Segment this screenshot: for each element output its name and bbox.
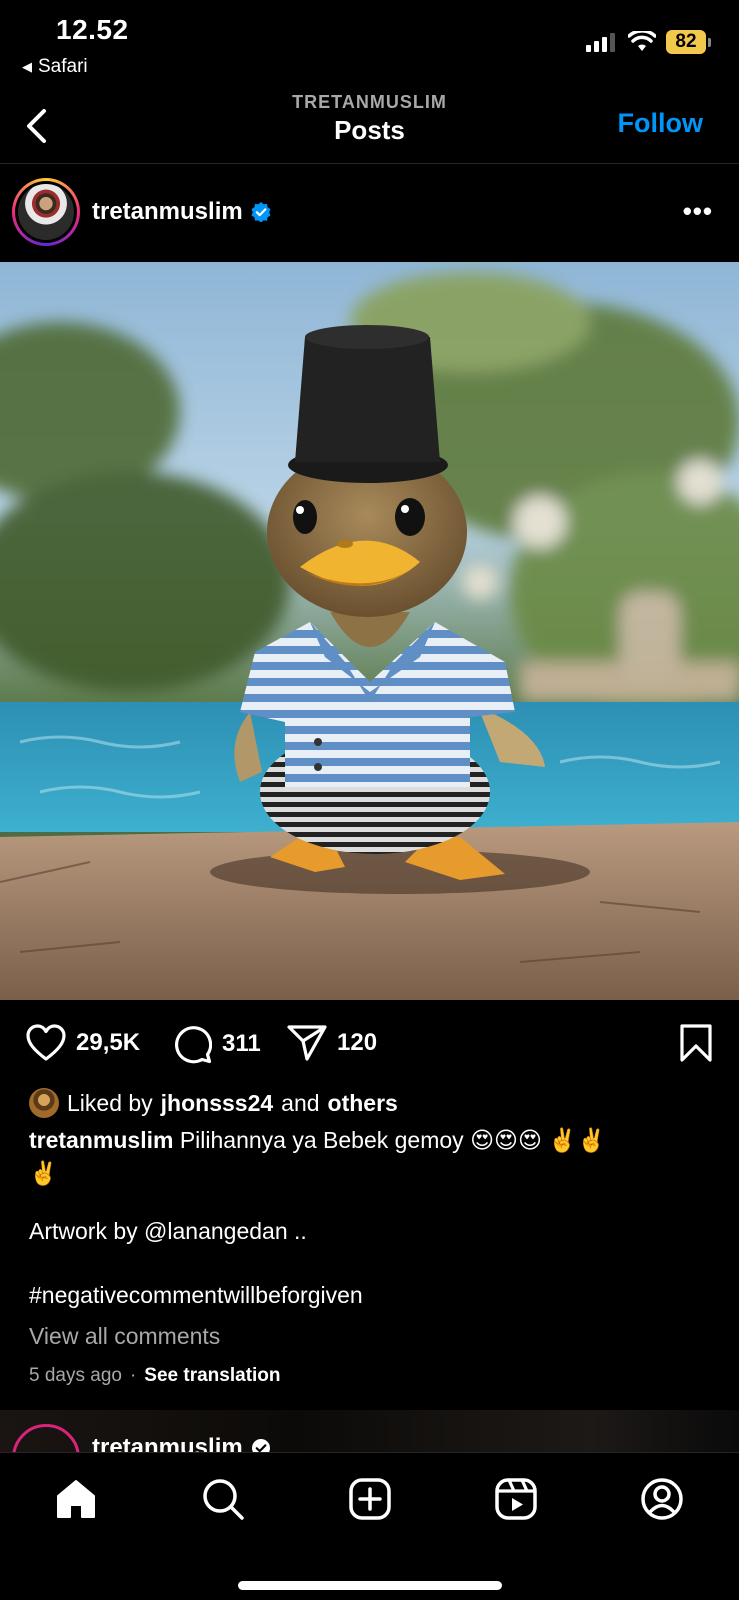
liked-by-user[interactable]: jhonsss24 [161,1090,274,1117]
avatar-image [18,184,74,240]
post-meta: 5 days ago · See translation [29,1365,281,1387]
duck-illustration-icon [0,262,739,1000]
tab-reels[interactable] [490,1473,542,1525]
battery-level: 82 [666,30,706,54]
post-header: tretanmuslim ••• [0,170,739,258]
caption-username[interactable]: tretanmuslim [29,1127,173,1153]
liked-by-prefix: Liked by [67,1089,153,1116]
caption-emojis: 😍😍😍 ✌️✌️ [470,1127,606,1153]
status-time: 12.52 [56,14,129,45]
more-options-icon[interactable]: ••• [683,196,713,227]
next-post-peek[interactable]: tretanmuslim [0,1410,739,1452]
nav-header: TRETANMUSLIM Posts Follow [0,88,739,164]
cellular-signal-icon [586,33,615,52]
back-to-app-link[interactable]: ◀ Safari [22,56,88,78]
see-translation-link[interactable]: See translation [144,1365,280,1387]
caption-emoji-line2: ✌️ [29,1160,58,1186]
home-icon [57,1480,95,1518]
bookmark-icon [680,1024,712,1062]
tab-home[interactable] [50,1473,102,1525]
reels-icon [495,1478,537,1520]
like-action[interactable]: 29,5K [26,1024,140,1062]
post-caption: tretanmuslim Pilihannya ya Bebek gemoy 😍… [29,1124,719,1190]
share-count[interactable]: 120 [337,1029,377,1057]
meta-separator: · [129,1365,137,1386]
back-triangle-icon: ◀ [22,59,32,74]
save-button[interactable] [679,1024,713,1067]
next-username-label: tretanmuslim [92,1434,243,1452]
avatar[interactable] [12,178,80,246]
back-app-label: Safari [38,56,88,77]
liker-avatar [29,1088,59,1118]
search-icon [203,1479,244,1520]
avatar-border [15,181,77,243]
wifi-icon [628,31,656,51]
status-icons: 82 [586,30,711,54]
battery-indicator: 82 [666,30,711,54]
view-all-comments-link[interactable]: View all comments [29,1323,220,1350]
add-post-icon [349,1478,391,1520]
post-image[interactable] [0,262,739,1000]
profile-icon [641,1478,683,1520]
caption-text: Pilihannya ya Bebek gemoy [179,1127,464,1153]
status-bar: 12.52 ◀ Safari 82 [0,0,739,88]
tab-search[interactable] [197,1473,249,1525]
post-username[interactable]: tretanmuslim [92,198,271,226]
comment-icon[interactable] [172,1024,212,1064]
verified-badge-icon [251,202,271,222]
like-count[interactable]: 29,5K [76,1029,140,1057]
share-send-icon[interactable] [287,1024,327,1062]
caption-artwork-credit: Artwork by @lanangedan .. [29,1218,307,1244]
home-indicator[interactable] [238,1581,502,1590]
follow-button[interactable]: Follow [618,108,703,139]
battery-cap-icon [708,37,711,47]
bottom-tab-bar [0,1452,739,1600]
post-time-ago: 5 days ago [29,1365,122,1386]
liked-by-others[interactable]: others [328,1090,398,1117]
verified-badge-icon [251,1439,270,1452]
tab-profile[interactable] [636,1473,688,1525]
liked-by-connector: and [281,1089,320,1116]
post-actions: 29,5K 311 120 [0,1020,739,1068]
heart-icon[interactable] [26,1024,66,1062]
share-action[interactable]: 120 [287,1024,377,1062]
username-label: tretanmuslim [92,198,243,225]
comment-action[interactable]: 311 [172,1024,261,1064]
tab-create[interactable] [344,1473,396,1525]
next-post-username[interactable]: tretanmuslim [92,1434,271,1452]
comment-count[interactable]: 311 [222,1030,261,1058]
caption-hashtag[interactable]: #negativecommentwillbeforgiven [29,1282,363,1309]
liked-by-row[interactable]: Liked by jhonsss24 and others [29,1088,398,1118]
